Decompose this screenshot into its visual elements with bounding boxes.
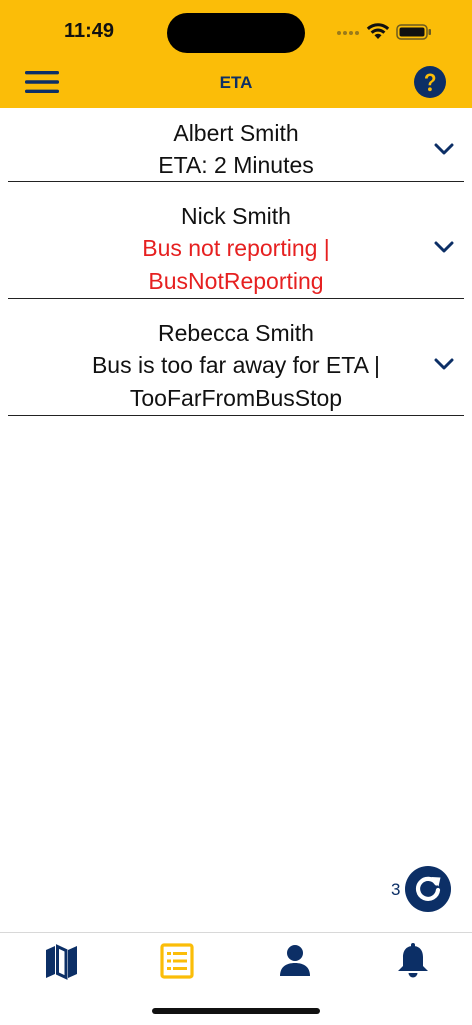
home-indicator bbox=[152, 1008, 320, 1014]
student-name: Nick Smith bbox=[181, 203, 291, 229]
status-time: 11:49 bbox=[64, 20, 115, 42]
eta-status: ETA: 2 Minutes bbox=[158, 152, 314, 178]
app-header: 11:49 ETA bbox=[0, 0, 472, 108]
eta-status-code: BusNotReporting bbox=[148, 268, 324, 294]
bell-icon[interactable] bbox=[393, 941, 433, 981]
eta-list: Albert Smith ETA: 2 Minutes Nick Smith B… bbox=[8, 108, 464, 416]
wifi-icon bbox=[366, 23, 390, 39]
dynamic-island bbox=[167, 13, 305, 53]
signal-icon bbox=[337, 31, 359, 35]
eta-status: Bus not reporting | bbox=[142, 235, 330, 261]
student-name: Albert Smith bbox=[173, 120, 299, 146]
list-item[interactable]: Rebecca Smith Bus is too far away for ET… bbox=[8, 299, 464, 416]
list-item[interactable]: Albert Smith ETA: 2 Minutes bbox=[8, 108, 464, 182]
list-icon[interactable] bbox=[157, 941, 197, 981]
map-icon[interactable] bbox=[42, 941, 82, 981]
student-name: Rebecca Smith bbox=[158, 320, 314, 346]
eta-status-code: TooFarFromBusStop bbox=[129, 385, 343, 411]
chevron-down-icon[interactable] bbox=[434, 142, 454, 156]
question-circle-icon[interactable] bbox=[414, 66, 446, 98]
chevron-down-icon[interactable] bbox=[434, 240, 454, 254]
chevron-down-icon[interactable] bbox=[434, 357, 454, 371]
list-item[interactable]: Nick Smith Bus not reporting | BusNotRep… bbox=[8, 182, 464, 299]
eta-status: Bus is too far away for ETA | bbox=[91, 352, 381, 378]
refresh-icon[interactable] bbox=[405, 866, 451, 912]
refresh-count: 3 bbox=[391, 880, 401, 899]
page-title: ETA bbox=[219, 73, 253, 92]
person-icon[interactable] bbox=[275, 941, 315, 981]
battery-icon bbox=[396, 24, 431, 40]
